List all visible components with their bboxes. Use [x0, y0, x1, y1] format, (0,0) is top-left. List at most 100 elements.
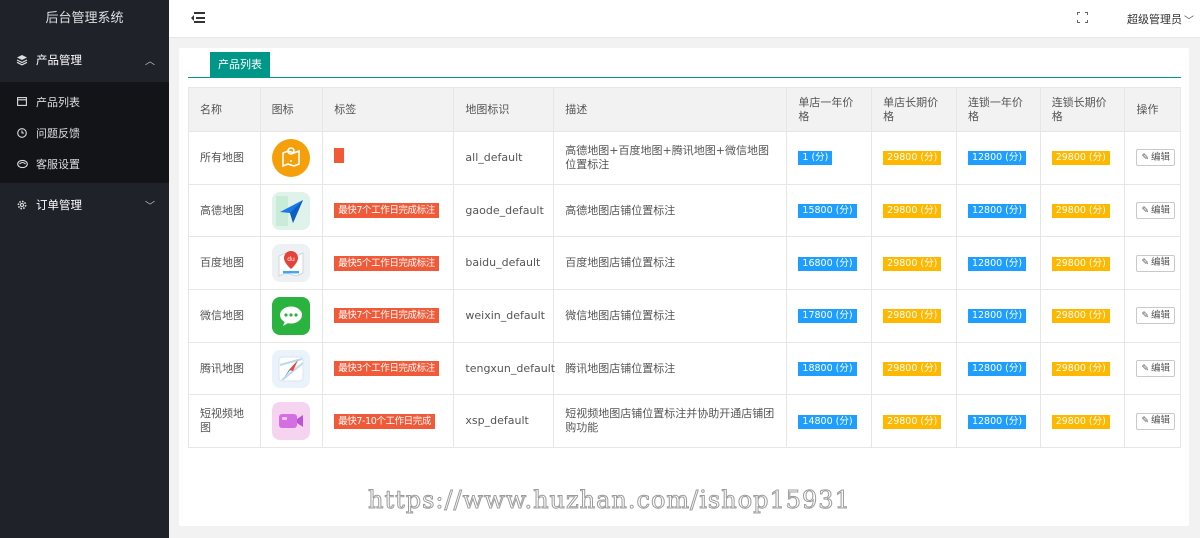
- sidebar-group-product[interactable]: 产品管理 ︿: [0, 38, 169, 82]
- price-badge: 29800 (分): [883, 151, 942, 166]
- price-badge: 1 (分): [798, 151, 833, 166]
- cell-desc: 高德地图+百度地图+腾讯地图+微信地图位置标注: [553, 131, 788, 185]
- column-header: 名称: [188, 87, 261, 132]
- edit-label: 编辑: [1151, 415, 1171, 427]
- cell-key: weixin_default: [453, 289, 555, 343]
- price-badge: 14800 (分): [798, 414, 857, 429]
- price-badge: 29800 (分): [883, 414, 942, 429]
- price-badge: 29800 (分): [883, 309, 942, 324]
- column-header: 操作: [1124, 87, 1181, 132]
- pencil-icon: ✎: [1141, 152, 1149, 163]
- column-header: 标签: [322, 87, 455, 132]
- price-badge: 12800 (分): [967, 204, 1027, 219]
- cell-key: baidu_default: [453, 236, 555, 291]
- edit-label: 编辑: [1151, 309, 1171, 321]
- cell-key: tengxun_default: [453, 341, 555, 396]
- baidu-map-icon: du: [271, 244, 310, 283]
- fullscreen-icon[interactable]: [1077, 12, 1088, 23]
- watermark-text: https://www.huzhan.com/ishop15931: [368, 486, 851, 515]
- gear-icon: [16, 199, 28, 211]
- edit-button[interactable]: ✎ 编辑: [1136, 202, 1176, 220]
- sidebar-item-label: 问题反馈: [36, 126, 80, 140]
- price-badge: 12800 (分): [967, 309, 1027, 324]
- tab-product-list[interactable]: 产品列表: [210, 52, 270, 78]
- sidebar-item-service-settings[interactable]: 客服设置: [0, 148, 169, 179]
- user-name: 超级管理员: [1127, 13, 1182, 26]
- price-badge: 15800 (分): [798, 204, 857, 219]
- all-maps-icon: [271, 138, 310, 177]
- edit-label: 编辑: [1151, 257, 1171, 269]
- sidebar-group-label: 产品管理: [36, 53, 82, 67]
- pencil-icon: ✎: [1141, 310, 1149, 321]
- layers-icon: [16, 54, 28, 66]
- submenu-product: 产品列表 问题反馈 客服设置: [0, 82, 169, 183]
- clock-icon: [16, 127, 28, 139]
- price-badge: 12800 (分): [967, 256, 1027, 271]
- price-badge: 17800 (分): [798, 309, 857, 324]
- price-badge: 12800 (分): [967, 362, 1027, 377]
- price-badge: 29800 (分): [1051, 362, 1110, 377]
- chevron-down-icon: ﹀: [145, 201, 155, 213]
- table-row: 腾讯地图 最快3个工作日完成标注 tengxun_default 腾讯地图店铺位…: [188, 341, 1181, 396]
- edit-button[interactable]: ✎ 编辑: [1136, 307, 1176, 325]
- cell-name: 腾讯地图: [188, 341, 261, 396]
- sidebar-item-product-list[interactable]: 产品列表: [0, 86, 169, 117]
- tag-badge: 最快7-10个工作日完成: [334, 413, 435, 429]
- price-badge: 12800 (分): [967, 414, 1027, 429]
- column-header: 单店一年价格: [786, 87, 873, 132]
- sidebar-group-label: 订单管理: [36, 198, 82, 212]
- cell-name: 短视频地图: [188, 394, 261, 449]
- price-badge: 16800 (分): [798, 256, 857, 271]
- cell-key: xsp_default: [453, 394, 555, 449]
- pencil-icon: ✎: [1141, 205, 1149, 216]
- price-badge: 29800 (分): [1051, 309, 1110, 324]
- user-menu[interactable]: 超级管理员 ﹀: [1127, 11, 1194, 27]
- column-header: 地图标识: [453, 87, 555, 132]
- price-badge: 29800 (分): [1051, 151, 1110, 166]
- price-badge: 29800 (分): [883, 362, 942, 377]
- price-badge: 29800 (分): [883, 256, 942, 271]
- column-header: 连锁一年价格: [955, 87, 1041, 132]
- cell-desc: 短视频地图店铺位置标注并协助开通店铺团购功能: [553, 394, 788, 449]
- sidebar-item-feedback[interactable]: 问题反馈: [0, 117, 169, 148]
- edit-button[interactable]: ✎ 编辑: [1136, 254, 1176, 272]
- column-header: 图标: [259, 87, 324, 132]
- price-badge: 29800 (分): [1051, 414, 1110, 429]
- table-row: 微信地图 最快7个工作日完成标注 weixin_default 微信地图店铺位置…: [188, 289, 1181, 343]
- tag-badge: 最快7个工作日完成标注: [334, 203, 439, 219]
- chevron-down-icon: ﹀: [1184, 15, 1194, 27]
- edit-button[interactable]: ✎ 编辑: [1136, 412, 1176, 430]
- edit-button[interactable]: ✎ 编辑: [1136, 360, 1176, 378]
- edit-label: 编辑: [1151, 204, 1171, 216]
- table-header-row: 名称 图标 标签 地图标识 描述 单店一年价格 单店长期价格 连锁一年价格 连锁…: [188, 87, 1181, 132]
- tag-badge: 最快5个工作日完成标注: [334, 255, 439, 271]
- main-card: 产品列表 名称 图标 标签 地图标识 描述 单店一年价格 单店长期价格 连锁一年…: [179, 48, 1189, 526]
- tab-bar: 产品列表: [188, 52, 1181, 78]
- pencil-icon: ✎: [1141, 416, 1149, 427]
- pencil-icon: ✎: [1141, 258, 1149, 269]
- column-header: 描述: [553, 87, 788, 132]
- cell-key: all_default: [453, 131, 555, 185]
- svg-text:du: du: [287, 256, 295, 263]
- menu-toggle-icon[interactable]: [191, 12, 205, 24]
- product-table: 名称 图标 标签 地图标识 描述 单店一年价格 单店长期价格 连锁一年价格 连锁…: [188, 87, 1181, 449]
- link-icon: [16, 158, 28, 170]
- short-video-map-icon: [271, 402, 310, 441]
- price-badge: 29800 (分): [1051, 204, 1110, 219]
- table-row: 所有地图 all_default 高德地图+百度地图+腾讯地图+微信地图位置标注…: [188, 131, 1181, 185]
- cell-key: gaode_default: [453, 183, 555, 238]
- column-header: 单店长期价格: [871, 87, 957, 132]
- table-row: 百度地图 du 最快5个工作日完成标注 baidu_default 百度地图店铺…: [188, 236, 1181, 291]
- sidebar: 后台管理系统 产品管理 ︿ 产品列表 问题反馈 客服设置 订单管理 ﹀: [0, 0, 169, 538]
- sidebar-item-label: 客服设置: [36, 157, 80, 171]
- edit-label: 编辑: [1151, 362, 1171, 374]
- edit-button[interactable]: ✎ 编辑: [1136, 149, 1176, 167]
- tag-badge: [334, 148, 345, 164]
- wechat-map-icon: [271, 296, 310, 335]
- gaode-map-icon: [271, 191, 310, 230]
- cell-desc: 高德地图店铺位置标注: [553, 183, 788, 238]
- cell-desc: 百度地图店铺位置标注: [553, 236, 788, 291]
- table-row: 短视频地图 最快7-10个工作日完成 xsp_default 短视频地图店铺位置…: [188, 394, 1181, 449]
- cell-desc: 腾讯地图店铺位置标注: [553, 341, 788, 396]
- sidebar-group-order[interactable]: 订单管理 ﹀: [0, 183, 169, 227]
